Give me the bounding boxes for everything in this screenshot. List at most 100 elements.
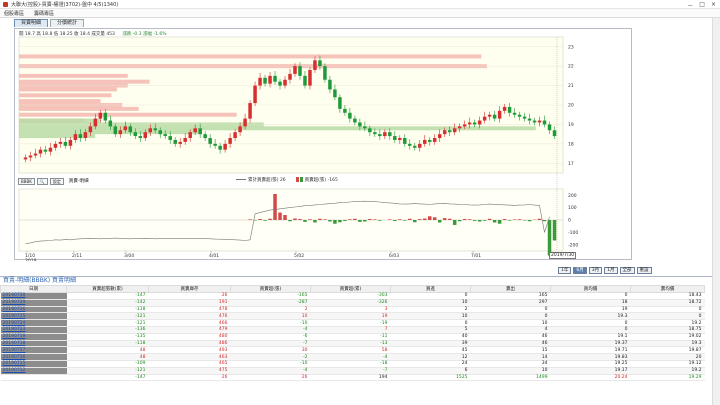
date-link[interactable]: 20190717 (0, 346, 67, 355)
table-cell: 19.12 (630, 360, 705, 368)
table-row[interactable]: 20190718 -118 486 -7 -13 39 46 19.37 19.3 (0, 340, 705, 348)
candle-body (148, 128, 153, 133)
sub-tick-label: -100 (568, 230, 578, 236)
zoom-3m-button[interactable]: 3月 (588, 267, 603, 274)
zoom-reset-button[interactable]: 重設 (636, 267, 652, 274)
column-header[interactable]: 賣均價 (630, 285, 705, 293)
table-row[interactable]: 20190726 -118 478 2 3 2 0 19 0 (0, 306, 705, 314)
candle-body (502, 106, 507, 111)
vertical-scrollbar[interactable] (712, 18, 720, 405)
menu-chips[interactable]: 籌碼專區 (34, 10, 54, 17)
column-header[interactable]: 買均價 (550, 285, 631, 293)
table-row[interactable]: 20190724 -121 466 -10 -19 0 10 0 19.2 (0, 319, 705, 327)
title-bar: 大聯大(控股)-買賣-權證(3702)-盤中 4/5(1340) － □ × (0, 0, 720, 10)
net-bar (353, 218, 357, 220)
candle-body (108, 120, 113, 127)
table-cell: 10 (390, 312, 471, 321)
candle-body (223, 143, 227, 150)
candle-body (383, 132, 387, 137)
candle-body (447, 130, 452, 133)
candle-body (477, 120, 482, 125)
settings-button[interactable]: 設定 (49, 177, 64, 185)
table-cell: -165 (230, 292, 311, 300)
column-header[interactable]: 買賣超張數(累) (66, 285, 149, 293)
date-link[interactable]: 20190723 (0, 326, 67, 334)
table-row[interactable]: 20190717 48 493 30 58 45 15 19.71 19.87 (0, 346, 705, 355)
table-cell: -7 (310, 367, 391, 375)
table-cell: 0 (550, 319, 631, 327)
date-link[interactable]: 20190718 (0, 340, 67, 348)
table-row[interactable]: 20190716 48 463 -2 -4 12 14 19.83 20 (0, 353, 705, 361)
candle-body (233, 132, 237, 139)
tab-price-stats[interactable]: 分價統計 (50, 19, 85, 27)
table-cell: 478 (148, 306, 231, 314)
date-link[interactable]: 20190725 (0, 312, 67, 321)
table-row[interactable]: 20190719 -135 480 -6 -11 40 46 19.1 19.02 (0, 333, 705, 341)
candle-body (328, 79, 332, 90)
candle-body (423, 139, 427, 144)
table-cell: 12 (390, 353, 471, 361)
table-cell: 19.2 (630, 367, 705, 375)
candle-body (308, 70, 312, 86)
table-row[interactable]: 20190715 -109 465 -10 -18 24 34 19.25 19.12 (0, 360, 705, 368)
table-cell: 26 (148, 292, 231, 300)
date-link[interactable]: 20190716 (0, 353, 67, 361)
panel-title: 買賣-明細(BBBK) 買賣明細 (0, 276, 720, 285)
net-bar (462, 219, 467, 220)
column-header[interactable]: 買進 (390, 285, 471, 293)
table-cell: 10 (230, 312, 311, 321)
table-cell: -4 (230, 326, 311, 334)
total-cell: 19.29 (630, 373, 705, 382)
candle-body (353, 118, 357, 123)
table-cell: -118 (66, 340, 149, 348)
column-header[interactable]: 日期 (0, 285, 67, 293)
column-header[interactable]: 買賣超(累) (310, 285, 391, 293)
date-link[interactable]: 20190729 (0, 299, 67, 307)
zoom-6m-button[interactable]: 6月 (573, 267, 587, 274)
date-link[interactable]: 20190724 (0, 319, 67, 327)
candle-body (78, 134, 83, 139)
date-link[interactable]: 20190712 (0, 367, 67, 375)
table-row[interactable]: 20190723 -136 479 -4 7 5 4 0 18.75 (0, 326, 705, 334)
column-header[interactable]: 賣出 (470, 285, 551, 293)
column-header[interactable]: 買賣超(張) (230, 285, 311, 293)
zoom-1m-button[interactable]: 1月 (604, 267, 618, 274)
search-icon[interactable]: 🔍 (36, 177, 48, 185)
net-bar (457, 220, 462, 222)
tab-trade-detail[interactable]: 買賣明細 (14, 19, 49, 27)
menu-bar: 個股專區 籌碼專區 (0, 9, 720, 18)
price-tick-label: 18 (568, 141, 574, 147)
net-bar (502, 219, 507, 220)
date-link[interactable]: 20190715 (0, 360, 67, 368)
net-bar (318, 218, 322, 220)
total-cell: 194 (310, 373, 391, 382)
candle-body (398, 138, 402, 140)
profile-bar-buy (19, 73, 128, 78)
date-link[interactable]: 20190719 (0, 333, 67, 341)
net-bar (442, 218, 447, 220)
table-row[interactable]: 20190725 -121 476 10 19 10 0 19.3 0 (0, 312, 705, 321)
table-cell: 0 (390, 319, 471, 327)
total-row: -147 26 26 194 1525 1499 20.24 19.29 (0, 373, 705, 382)
date-link[interactable]: 20190730 (0, 292, 67, 300)
date-link[interactable]: 20190726 (0, 306, 67, 314)
symbol-select[interactable]: BBBK (18, 177, 35, 185)
candle-body (427, 139, 432, 142)
price-tick-label: 17 (568, 161, 574, 167)
table-row[interactable]: 20190712 -121 475 -4 -7 6 10 19.17 19.2 (0, 367, 705, 375)
legend-line: 累計買賣超(張) 26 (236, 177, 286, 183)
candle-body (373, 132, 377, 135)
table-cell: 486 (148, 340, 231, 348)
table-cell: -10 (230, 319, 311, 327)
table-cell: 19.71 (550, 346, 631, 355)
menu-stock[interactable]: 個股專區 (4, 10, 24, 17)
table-row[interactable]: 20190729 -142 191 -287 -326 10 297 18 18.72 (0, 299, 705, 307)
total-cell: 1499 (470, 373, 551, 382)
zoom-1y-button[interactable]: 1年 (558, 267, 572, 274)
zoom-all-button[interactable]: 全部 (619, 267, 635, 274)
column-header[interactable]: 買賣庫存 (148, 285, 231, 293)
candle-body (253, 85, 257, 104)
table-row[interactable]: 20190730 -147 26 -165 -303 0 165 0 18.43 (0, 292, 705, 300)
table-cell: 6 (390, 367, 471, 375)
candle-body (113, 126, 118, 135)
